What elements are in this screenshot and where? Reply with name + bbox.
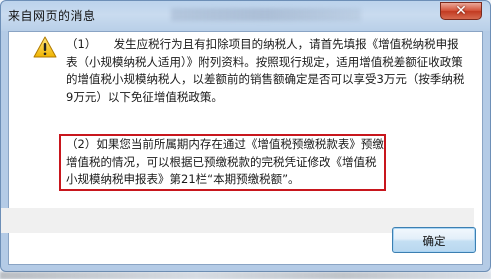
dialog-title: 来自网页的消息 xyxy=(8,9,96,23)
close-icon: ✕ xyxy=(455,3,467,19)
message-paragraph-2: （2）如果您当前所属期内存在通过《增值税预缴税款表》预缴增值税的情况，可以根据已… xyxy=(66,137,384,186)
close-button[interactable]: ✕ xyxy=(440,2,482,20)
dialog-titlebar[interactable]: 来自网页的消息 ✕ xyxy=(1,1,490,31)
blurred-background-text xyxy=(171,8,361,21)
ok-button[interactable]: 确定 xyxy=(392,227,476,253)
blurred-background-text xyxy=(0,272,491,279)
message-paragraph-1: （1） 发生应税行为且有扣除项目的纳税人，请首先填报《增值税纳税申报表（小规模纳… xyxy=(66,37,465,104)
warning-icon xyxy=(33,36,57,58)
message-text: （1） 发生应税行为且有扣除项目的纳税人，请首先填报《增值税纳税申报表（小规模纳… xyxy=(66,36,466,106)
